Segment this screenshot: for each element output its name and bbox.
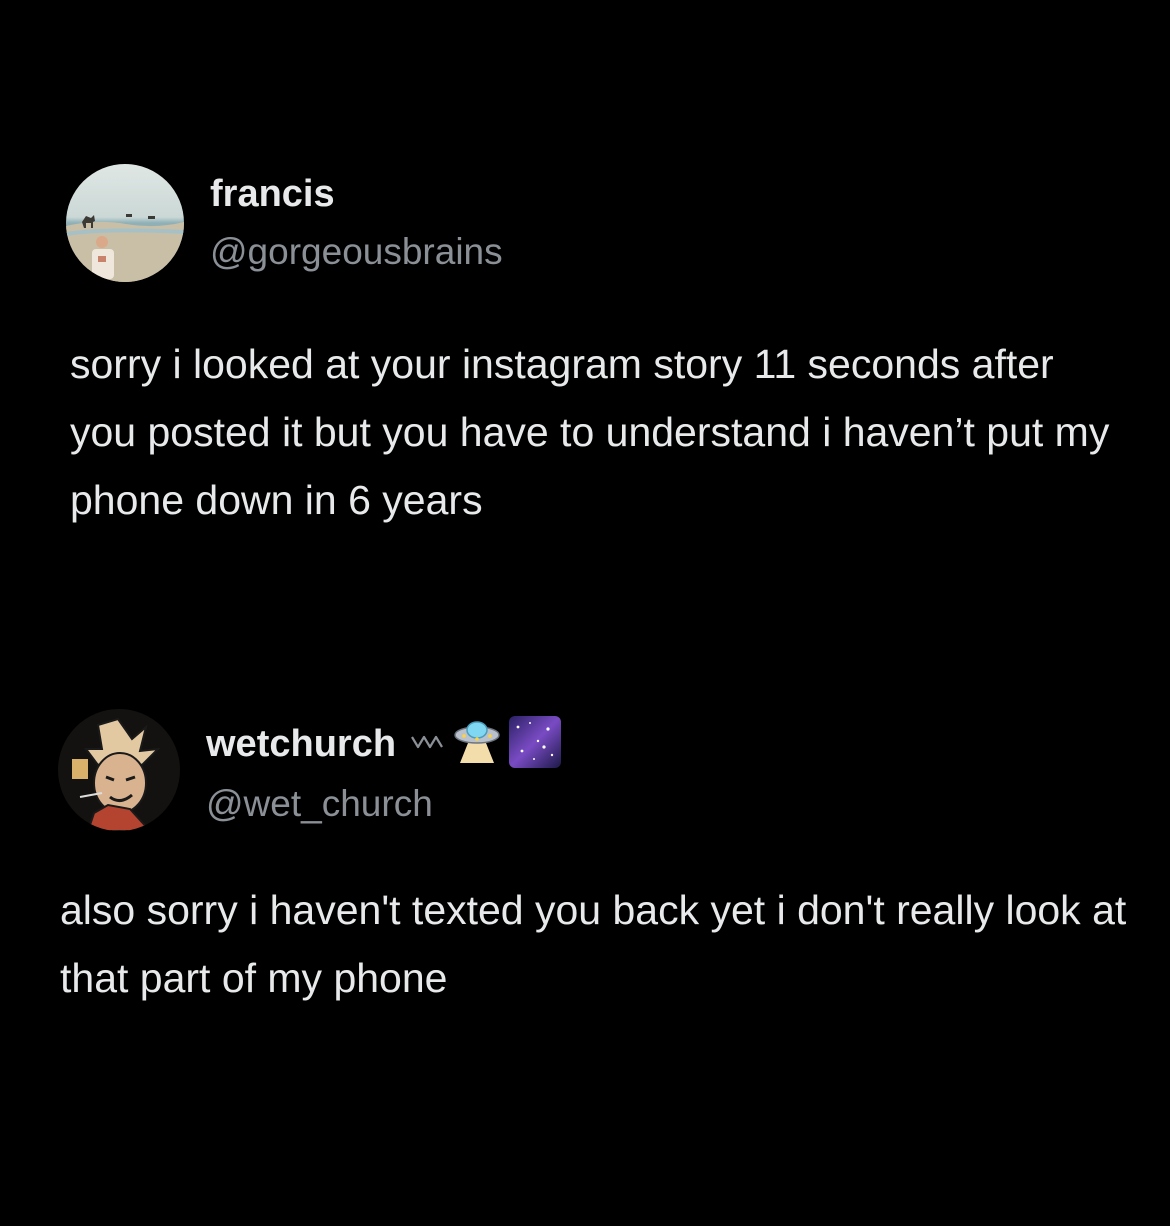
ufo-icon [452,719,502,770]
display-name[interactable]: francis [210,172,335,216]
name-row: francis [210,172,503,216]
post-text: also sorry i haven't texted you back yet… [60,887,1127,1001]
avatar[interactable] [66,164,184,282]
avatar[interactable] [58,709,180,831]
user-block: wetchurch @wet_church [206,715,568,826]
name-emojis [410,715,568,774]
cartoon-character-avatar-icon [58,709,180,831]
post-header: francis @gorgeousbrains [66,164,503,282]
post-text: sorry i looked at your instagram story 1… [70,341,1110,523]
wave-icon [410,731,446,758]
galaxy-icon [508,715,562,774]
display-name[interactable]: wetchurch [206,722,396,766]
user-handle[interactable]: @gorgeousbrains [210,230,503,274]
user-handle[interactable]: @wet_church [206,782,568,826]
name-row: wetchurch [206,715,568,774]
post-header: wetchurch @wet_church [58,709,568,831]
beach-photo-avatar-icon [66,164,184,282]
user-block: francis @gorgeousbrains [210,172,503,274]
